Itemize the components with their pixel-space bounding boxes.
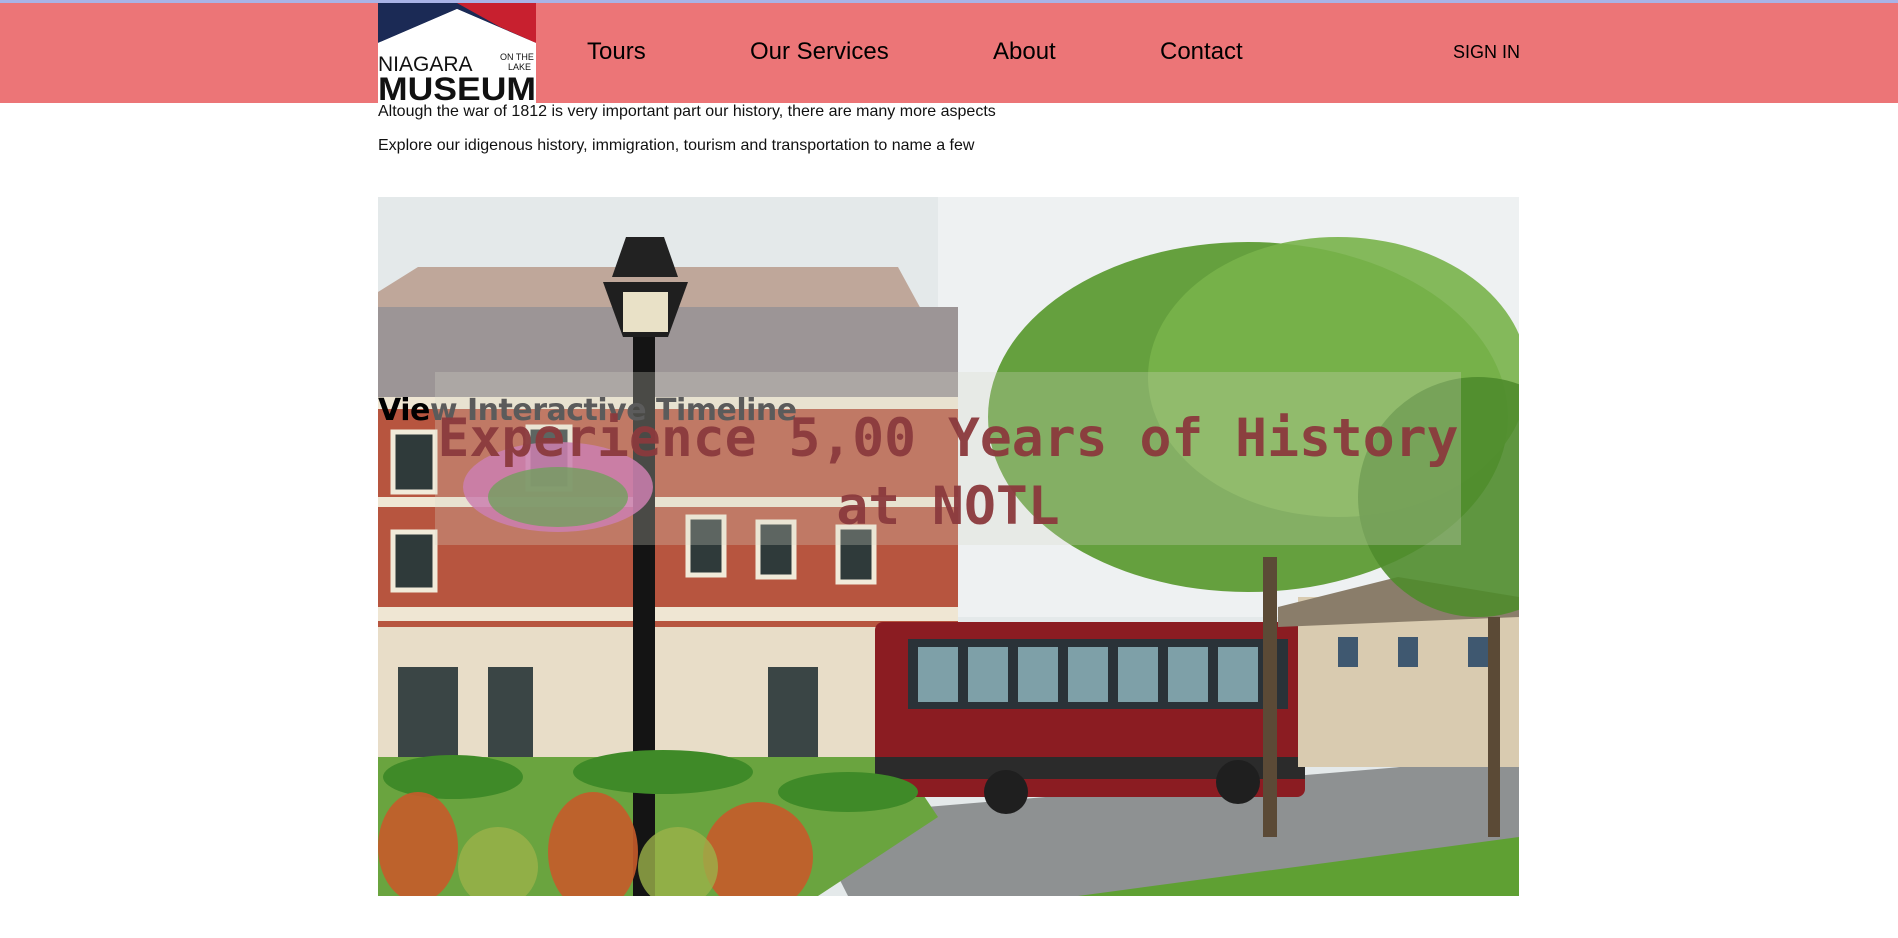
svg-text:ON THE: ON THE bbox=[500, 52, 534, 62]
intro-line-1: Altough the war of 1812 is very importan… bbox=[378, 103, 996, 120]
navbar: NIAGARA ON THE LAKE MUSEUM Tours Our Ser… bbox=[0, 3, 1898, 103]
logo-graphic: NIAGARA ON THE LAKE MUSEUM bbox=[378, 3, 536, 103]
hero-photo-illustration bbox=[378, 197, 1519, 896]
logo-text-museum: MUSEUM bbox=[378, 71, 536, 103]
nav-about[interactable]: About bbox=[993, 38, 1056, 66]
intro-line-2: Explore our idigenous history, immigrati… bbox=[378, 137, 975, 154]
nav-contact[interactable]: Contact bbox=[1160, 38, 1243, 66]
hero-headline: Experience 5,00 Years of History at NOTL bbox=[437, 408, 1459, 537]
museum-logo[interactable]: NIAGARA ON THE LAKE MUSEUM bbox=[378, 3, 536, 103]
sign-in-link[interactable]: SIGN IN bbox=[1453, 42, 1520, 63]
nav-tours[interactable]: Tours bbox=[587, 38, 646, 66]
hero-image: View Interactive Timeline Experience 5,0… bbox=[378, 197, 1519, 896]
nav-our-services[interactable]: Our Services bbox=[750, 38, 889, 66]
